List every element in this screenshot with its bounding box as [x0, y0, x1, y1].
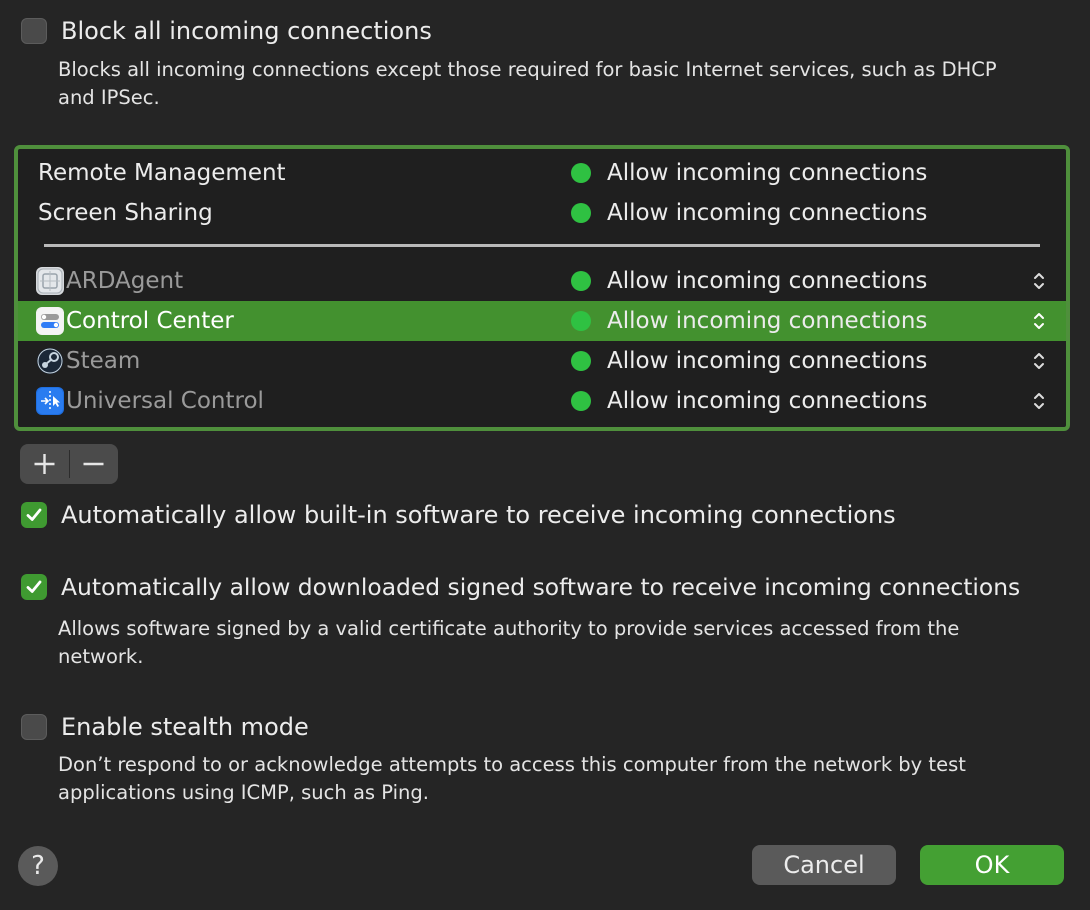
auto-builtin-label[interactable]: Automatically allow built-in software to…: [61, 500, 896, 530]
stealth-mode-label[interactable]: Enable stealth mode: [61, 712, 309, 742]
app-row-control-center[interactable]: Control Center Allow incoming connection…: [18, 301, 1066, 341]
add-remove-control: [20, 444, 118, 484]
block-all-description: Blocks all incoming connections except t…: [58, 58, 997, 109]
ok-button[interactable]: OK: [920, 845, 1064, 885]
status-dot-icon: [571, 391, 591, 411]
service-status: Allow incoming connections: [607, 200, 928, 226]
checkmark-icon: [26, 508, 42, 521]
chevron-updown-icon[interactable]: [1032, 311, 1046, 331]
auto-signed-checkbox[interactable]: [21, 574, 47, 600]
app-row-universal-control[interactable]: Universal Control Allow incoming connect…: [18, 381, 1066, 421]
app-status[interactable]: Allow incoming connections: [607, 301, 927, 341]
status-dot-icon: [571, 203, 591, 223]
status-dot-icon: [571, 311, 591, 331]
service-row-screen-sharing: Screen Sharing Allow incoming connection…: [18, 193, 1066, 233]
service-row-remote-management: Remote Management Allow incoming connect…: [18, 153, 1066, 193]
app-status[interactable]: Allow incoming connections: [607, 381, 927, 421]
list-divider: [44, 244, 1040, 247]
help-button[interactable]: ?: [18, 846, 58, 886]
block-all-label[interactable]: Block all incoming connections: [61, 16, 432, 46]
steam-icon: [36, 347, 64, 375]
block-all-checkbox[interactable]: [21, 18, 47, 44]
auto-signed-description: Allows software signed by a valid certif…: [58, 617, 960, 668]
checkmark-icon: [26, 580, 42, 593]
app-row-steam[interactable]: Steam Allow incoming connections: [18, 341, 1066, 381]
minus-icon: [83, 462, 104, 466]
plus-icon: [34, 454, 55, 474]
ardagent-icon: [36, 267, 64, 295]
status-dot-icon: [571, 163, 591, 183]
chevron-updown-icon[interactable]: [1032, 271, 1046, 291]
app-name: ARDAgent: [66, 268, 184, 294]
universal-control-icon: [36, 387, 64, 415]
chevron-updown-icon[interactable]: [1032, 351, 1046, 371]
cancel-button[interactable]: Cancel: [752, 845, 896, 885]
stealth-mode-description: Don’t respond to or acknowledge attempts…: [58, 753, 966, 804]
status-dot-icon: [571, 271, 591, 291]
remove-app-button[interactable]: [69, 444, 118, 484]
service-name: Screen Sharing: [38, 200, 213, 226]
app-status[interactable]: Allow incoming connections: [607, 341, 927, 381]
auto-builtin-checkbox[interactable]: [21, 502, 47, 528]
control-center-icon: [36, 307, 64, 335]
app-name: Universal Control: [66, 388, 264, 414]
app-name: Control Center: [66, 308, 234, 334]
auto-signed-label[interactable]: Automatically allow downloaded signed so…: [61, 572, 1020, 602]
chevron-updown-icon[interactable]: [1032, 391, 1046, 411]
service-name: Remote Management: [38, 160, 286, 186]
app-row-ardagent[interactable]: ARDAgent Allow incoming connections: [18, 261, 1066, 301]
status-dot-icon: [571, 351, 591, 371]
app-status[interactable]: Allow incoming connections: [607, 261, 927, 301]
service-status: Allow incoming connections: [607, 160, 928, 186]
add-app-button[interactable]: [20, 444, 69, 484]
app-name: Steam: [66, 348, 141, 374]
firewall-app-list[interactable]: Remote Management Allow incoming connect…: [14, 145, 1070, 431]
stealth-mode-checkbox[interactable]: [21, 714, 47, 740]
